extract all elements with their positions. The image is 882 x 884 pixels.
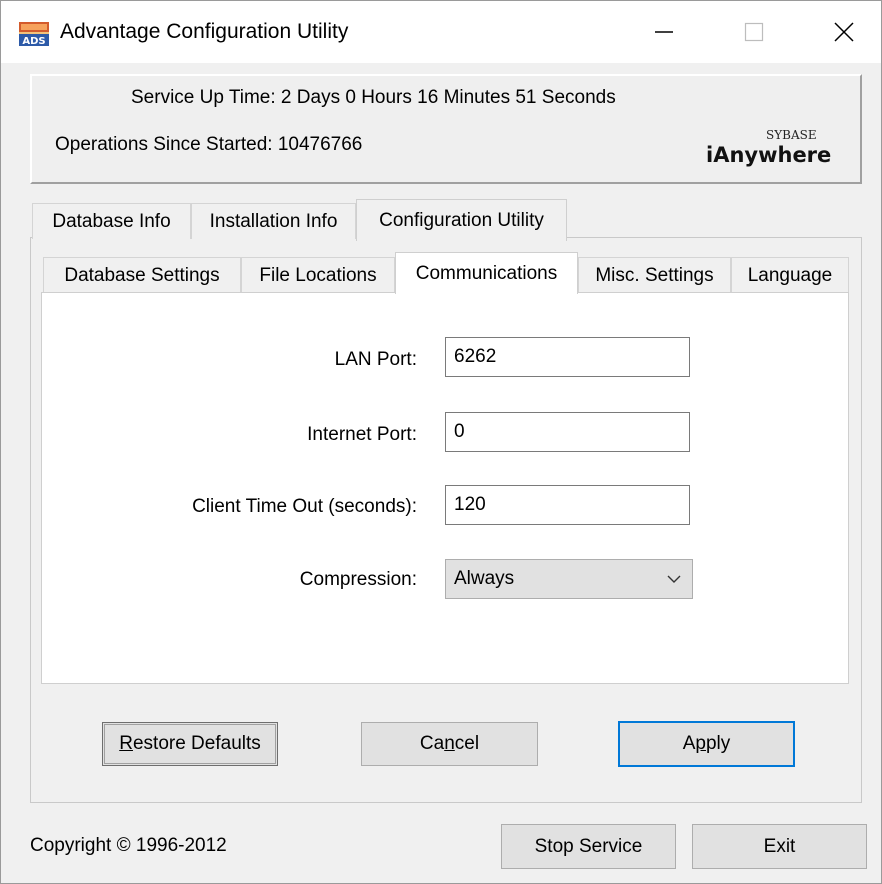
- minimize-button[interactable]: [626, 1, 702, 63]
- logo-main-text: iAnywhere: [706, 143, 832, 167]
- lan-port-input[interactable]: 6262: [445, 337, 690, 377]
- tab-label: File Locations: [259, 264, 377, 286]
- copyright-text: Copyright © 1996-2012: [30, 835, 227, 856]
- exit-label: Exit: [763, 835, 796, 857]
- stop-service-button[interactable]: Stop Service: [501, 824, 676, 869]
- tab-label: Misc. Settings: [595, 264, 714, 286]
- apply-button[interactable]: Apply: [618, 721, 795, 767]
- tab-configuration-utility[interactable]: Configuration Utility: [356, 199, 567, 241]
- client-timeout-value: 120: [454, 494, 486, 515]
- tab-file-locations[interactable]: File Locations: [241, 257, 395, 293]
- chevron-down-icon: [667, 575, 681, 583]
- operations-count: Operations Since Started: 10476766: [55, 134, 363, 155]
- minimize-icon: [655, 31, 673, 33]
- restore-defaults-button[interactable]: Restore Defaults: [102, 722, 278, 766]
- tab-database-info[interactable]: Database Info: [32, 203, 191, 239]
- internet-port-input[interactable]: 0: [445, 412, 690, 452]
- svg-text:ADS: ADS: [22, 36, 45, 47]
- tab-installation-info[interactable]: Installation Info: [191, 203, 356, 239]
- stop-service-label: Stop Service: [534, 835, 643, 857]
- cancel-label: Cancel: [419, 733, 480, 754]
- lan-port-value: 6262: [454, 346, 497, 367]
- restore-defaults-label: Restore Defaults: [119, 733, 261, 754]
- tab-misc-settings[interactable]: Misc. Settings: [578, 257, 731, 293]
- lan-port-label: LAN Port:: [334, 349, 417, 370]
- tab-label: Installation Info: [209, 210, 338, 232]
- internet-port-label: Internet Port:: [307, 424, 417, 445]
- maximize-button[interactable]: [716, 1, 792, 63]
- tab-label: Database Settings: [64, 264, 220, 286]
- tab-language[interactable]: Language: [731, 257, 849, 293]
- maximize-icon: [744, 22, 764, 42]
- service-uptime: Service Up Time: 2 Days 0 Hours 16 Minut…: [131, 87, 616, 108]
- window-title: Advantage Configuration Utility: [60, 20, 349, 43]
- apply-label: Apply: [682, 733, 731, 754]
- compression-value: Always: [454, 568, 515, 589]
- ads-app-icon: ADS: [18, 20, 50, 48]
- tab-database-settings[interactable]: Database Settings: [43, 257, 241, 293]
- tab-communications[interactable]: Communications: [395, 252, 578, 294]
- internet-port-value: 0: [454, 421, 465, 442]
- compression-select[interactable]: Always: [445, 559, 693, 599]
- tab-label: Configuration Utility: [379, 209, 544, 231]
- logo-top-text: SYBASE: [766, 128, 817, 142]
- compression-label: Compression:: [299, 569, 417, 590]
- tab-label: Language: [747, 264, 833, 286]
- client-timeout-label: Client Time Out (seconds):: [192, 496, 417, 517]
- cancel-button[interactable]: Cancel: [361, 722, 538, 766]
- tab-label: Communications: [415, 262, 558, 284]
- tab-label: Database Info: [52, 210, 171, 232]
- exit-button[interactable]: Exit: [692, 824, 867, 869]
- selected-tab-joiner: [396, 291, 577, 294]
- client-timeout-input[interactable]: 120: [445, 485, 690, 525]
- sybase-ianywhere-logo: SYBASE iAnywhere: [706, 128, 842, 174]
- close-icon: [834, 22, 854, 42]
- close-button[interactable]: [806, 1, 882, 63]
